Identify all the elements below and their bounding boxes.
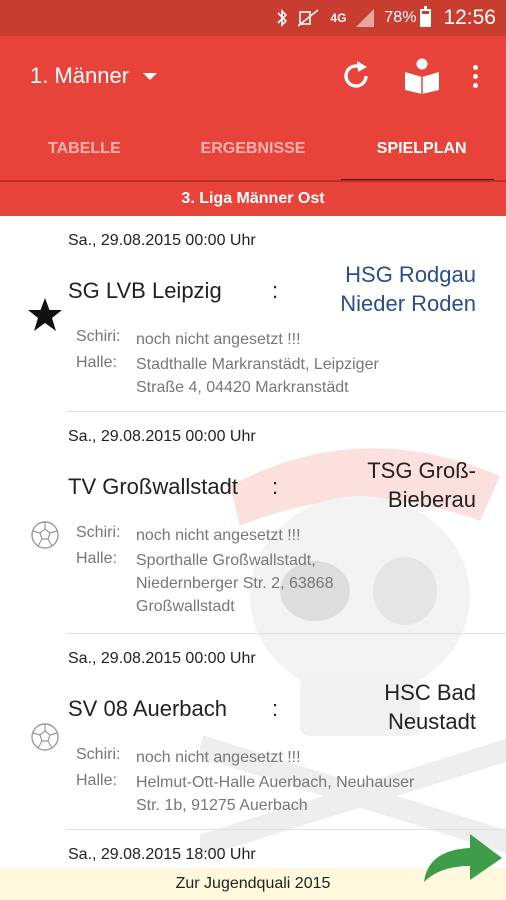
battery-icon xyxy=(420,6,432,27)
match-item[interactable]: Sa., 29.08.2015 00:00 Uhr TV Großwallsta… xyxy=(0,412,506,634)
network-type: 4G xyxy=(330,11,347,25)
hall-value: Helmut-Ott-Halle Auerbach, Neuhauser Str… xyxy=(136,771,476,817)
team-dropdown[interactable]: 1. Männer xyxy=(30,63,158,89)
referee-value: noch nicht angesetzt !!! xyxy=(136,331,301,348)
score-separator: : xyxy=(272,474,279,499)
handball-icon[interactable] xyxy=(30,722,60,752)
refresh-icon xyxy=(344,61,368,88)
league-title: 3. Liga Männer Ost xyxy=(0,182,506,216)
away-team-line: Nieder Roden xyxy=(340,291,476,316)
bluetooth-icon xyxy=(276,9,288,27)
youth-qualification-label: Zur Jugendquali 2015 xyxy=(175,875,331,892)
arrow-right-icon[interactable] xyxy=(420,828,506,888)
home-team: SG LVB Leipzig xyxy=(68,278,222,303)
match-date: Sa., 29.08.2015 00:00 Uhr xyxy=(68,650,256,667)
hall-line: Großwallstadt xyxy=(136,598,235,615)
score-separator: : xyxy=(272,278,279,303)
dropdown-caret-icon xyxy=(143,72,158,80)
home-team: SV 08 Auerbach xyxy=(68,696,228,721)
referee-label: Schiri: xyxy=(76,746,121,763)
more-dot-icon xyxy=(472,73,478,79)
hall-line: Straße 4, 04420 Markranstädt xyxy=(136,379,349,396)
hall-line: Helmut-Ott-Halle Auerbach, Neuhauser xyxy=(136,774,415,791)
handball-icon[interactable] xyxy=(30,520,60,550)
match-date: Sa., 29.08.2015 18:00 Uhr xyxy=(68,846,256,863)
tab-ergebnisse[interactable]: ERGEBNISSE xyxy=(169,116,338,182)
team-dropdown-label: 1. Männer xyxy=(30,63,130,88)
referee-value: noch nicht angesetzt !!! xyxy=(136,749,301,766)
hall-label: Halle: xyxy=(76,550,117,567)
tab-bar: TABELLE ERGEBNISSE SPIELPLAN xyxy=(0,116,506,182)
refresh-button[interactable] xyxy=(336,56,376,96)
battery-percent: 78% xyxy=(384,9,417,26)
app-bar: 1. Männer xyxy=(0,36,506,116)
tab-tabelle[interactable]: TABELLE xyxy=(0,116,169,182)
mute-icon xyxy=(298,9,320,27)
signal-icon xyxy=(356,9,375,27)
hall-value: Stadthalle Markranstädt, Leipziger Straß… xyxy=(136,353,476,399)
star-icon[interactable] xyxy=(26,296,64,334)
away-team-line: HSG Rodgau xyxy=(345,262,476,287)
status-bar: 4G 78% 12:56 xyxy=(0,0,506,36)
match-item[interactable]: Sa., 29.08.2015 00:00 Uhr SV 08 Auerbach… xyxy=(0,634,506,830)
match-date: Sa., 29.08.2015 00:00 Uhr xyxy=(68,428,256,445)
appbar-actions xyxy=(336,56,506,96)
more-dot-icon xyxy=(472,82,478,88)
hall-line: Sporthalle Großwallstadt, xyxy=(136,552,316,569)
hall-label: Halle: xyxy=(76,772,117,789)
hall-line: Stadthalle Markranstädt, Leipziger xyxy=(136,356,379,373)
book-reader-icon xyxy=(405,58,439,94)
away-team: HSG Rodgau Nieder Roden xyxy=(286,260,476,318)
away-team: TSG Groß- Bieberau xyxy=(286,456,476,514)
away-team-line: Neustadt xyxy=(387,709,476,734)
hall-value: Sporthalle Großwallstadt, Niedernberger … xyxy=(136,549,476,618)
hall-label: Halle: xyxy=(76,354,117,371)
away-team-line: Bieberau xyxy=(387,487,476,512)
hall-line: Str. 1b, 91275 Auerbach xyxy=(136,797,308,814)
match-date: Sa., 29.08.2015 00:00 Uhr xyxy=(68,232,256,249)
away-team-line: TSG Groß- xyxy=(367,458,476,483)
referee-label: Schiri: xyxy=(76,328,121,345)
away-team-line: HSC Bad xyxy=(384,680,476,705)
overflow-menu-button[interactable] xyxy=(460,56,490,96)
home-team: TV Großwallstadt xyxy=(68,474,238,499)
score-separator: : xyxy=(272,696,279,721)
match-item[interactable]: Sa., 29.08.2015 00:00 Uhr SG LVB Leipzig… xyxy=(0,216,506,412)
more-dot-icon xyxy=(472,64,478,70)
clock: 12:56 xyxy=(443,6,496,29)
match-list[interactable]: Sa., 29.08.2015 00:00 Uhr SG LVB Leipzig… xyxy=(0,216,506,868)
tab-spielplan[interactable]: SPIELPLAN xyxy=(337,116,506,182)
reader-button[interactable] xyxy=(402,56,442,96)
away-team: HSC Bad Neustadt xyxy=(286,678,476,736)
referee-value: noch nicht angesetzt !!! xyxy=(136,527,301,544)
referee-label: Schiri: xyxy=(76,524,121,541)
hall-line: Niedernberger Str. 2, 63868 xyxy=(136,575,334,592)
